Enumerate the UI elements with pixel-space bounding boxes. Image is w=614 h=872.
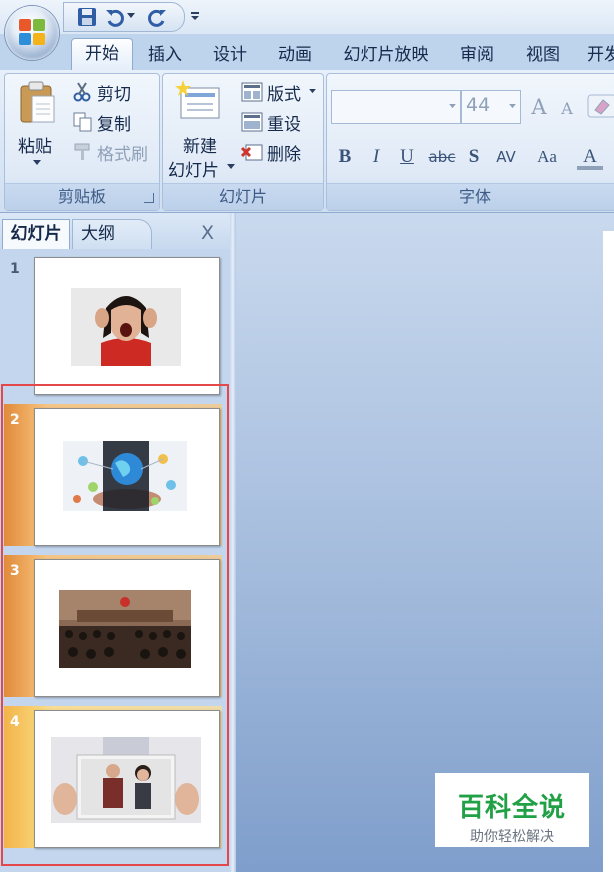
close-pane-button[interactable]: X: [201, 219, 221, 249]
font-size-combo[interactable]: 44: [461, 90, 521, 124]
screaming-woman-photo: [71, 288, 181, 366]
watermark-subtitle: 助你轻松解决: [470, 829, 554, 845]
watermark-logo: 百科全说 助你轻松解决: [435, 773, 589, 847]
cut-button[interactable]: 剪切: [97, 80, 131, 105]
new-slide-dropdown-icon[interactable]: [227, 164, 235, 170]
tab-slideshow[interactable]: 幻灯片放映: [336, 41, 436, 69]
grow-font-button[interactable]: A: [525, 94, 553, 120]
redo-icon[interactable]: [146, 6, 168, 28]
delete-slide-button[interactable]: 删除: [267, 140, 301, 165]
new-slide-icon[interactable]: [175, 80, 221, 124]
undo-icon[interactable]: [104, 6, 126, 28]
font-color-button[interactable]: A: [577, 144, 603, 170]
text-shadow-button[interactable]: S: [463, 144, 485, 170]
title-bar: [0, 0, 614, 34]
font-size-value: 44: [466, 94, 491, 116]
layout-button[interactable]: 版式: [267, 80, 301, 105]
tab-animation[interactable]: 动画: [270, 41, 320, 69]
shrink-font-button[interactable]: A: [555, 96, 579, 122]
tab-insert[interactable]: 插入: [140, 41, 190, 69]
font-name-combo[interactable]: [331, 90, 461, 124]
pane-tabs: 幻灯片 大纲 X: [0, 213, 230, 250]
office-button[interactable]: [5, 6, 59, 60]
bold-button[interactable]: B: [333, 144, 357, 170]
scissors-icon: [73, 82, 91, 102]
layout-icon: [241, 82, 263, 102]
tab-view[interactable]: 视图: [518, 41, 568, 69]
delete-slide-icon: [241, 144, 263, 161]
tab-slides[interactable]: 幻灯片: [2, 219, 70, 250]
quick-access-toolbar: [63, 2, 185, 32]
office-logo-icon: [19, 19, 45, 45]
watermark-title: 百科全说: [457, 793, 566, 823]
ribbon-tabs: 开始 插入 设计 动画 幻灯片放映 审阅 视图 开发: [0, 34, 614, 71]
font-group-label: 字体: [327, 183, 614, 210]
clear-formatting-icon[interactable]: [587, 94, 614, 118]
change-case-button[interactable]: Aa: [531, 144, 563, 170]
copy-button[interactable]: 复制: [97, 110, 131, 135]
font-group: 44 A A B I U abc S AV Aa A 字体: [326, 73, 614, 211]
format-painter-icon: [74, 143, 90, 160]
slides-group: 新建 幻灯片 版式 重设 删除 幻灯片: [162, 73, 324, 211]
current-slide-canvas[interactable]: [603, 231, 614, 872]
clipboard-launcher-icon[interactable]: [144, 193, 154, 203]
format-painter-button[interactable]: 格式刷: [97, 140, 148, 165]
slide-preview: [34, 257, 220, 395]
undo-dropdown-icon[interactable]: [127, 13, 135, 19]
ribbon: 粘贴 剪切 复制 格式刷 剪贴板 新建 幻灯片 版式 重设 删除 幻灯片 44 …: [0, 70, 614, 213]
reset-button[interactable]: 重设: [267, 110, 301, 135]
paste-button[interactable]: 粘贴: [18, 132, 52, 157]
copy-icon: [73, 112, 92, 132]
customize-qat-icon[interactable]: [190, 10, 200, 22]
clipboard-group-label: 剪贴板: [5, 183, 159, 210]
slide-thumbnail-1[interactable]: 1: [4, 253, 222, 395]
layout-dropdown-icon[interactable]: [309, 89, 316, 94]
strikethrough-button[interactable]: abc: [425, 144, 459, 170]
character-spacing-button[interactable]: AV: [491, 144, 521, 170]
italic-button[interactable]: I: [365, 144, 387, 170]
paste-icon[interactable]: [18, 80, 58, 124]
slide-thumbnail-pane: 1 2 3 4: [0, 249, 230, 872]
reset-icon: [241, 112, 263, 132]
paste-dropdown-icon[interactable]: [33, 160, 41, 166]
save-icon[interactable]: [76, 6, 98, 28]
font-size-dropdown-icon[interactable]: [509, 104, 516, 109]
tab-outline[interactable]: 大纲: [72, 219, 152, 250]
slide-number: 1: [10, 261, 20, 277]
new-slide-label-2[interactable]: 幻灯片: [168, 156, 219, 181]
tab-home[interactable]: 开始: [71, 38, 133, 71]
clipboard-group: 粘贴 剪切 复制 格式刷 剪贴板: [4, 73, 160, 211]
font-name-dropdown-icon[interactable]: [449, 104, 456, 109]
tab-developer[interactable]: 开发: [584, 41, 614, 69]
new-slide-label-1[interactable]: 新建: [183, 132, 217, 157]
slides-group-label: 幻灯片: [163, 183, 323, 210]
tab-review[interactable]: 审阅: [452, 41, 502, 69]
underline-button[interactable]: U: [395, 144, 419, 170]
selection-highlight-box: [1, 384, 229, 866]
tab-design[interactable]: 设计: [205, 41, 255, 69]
